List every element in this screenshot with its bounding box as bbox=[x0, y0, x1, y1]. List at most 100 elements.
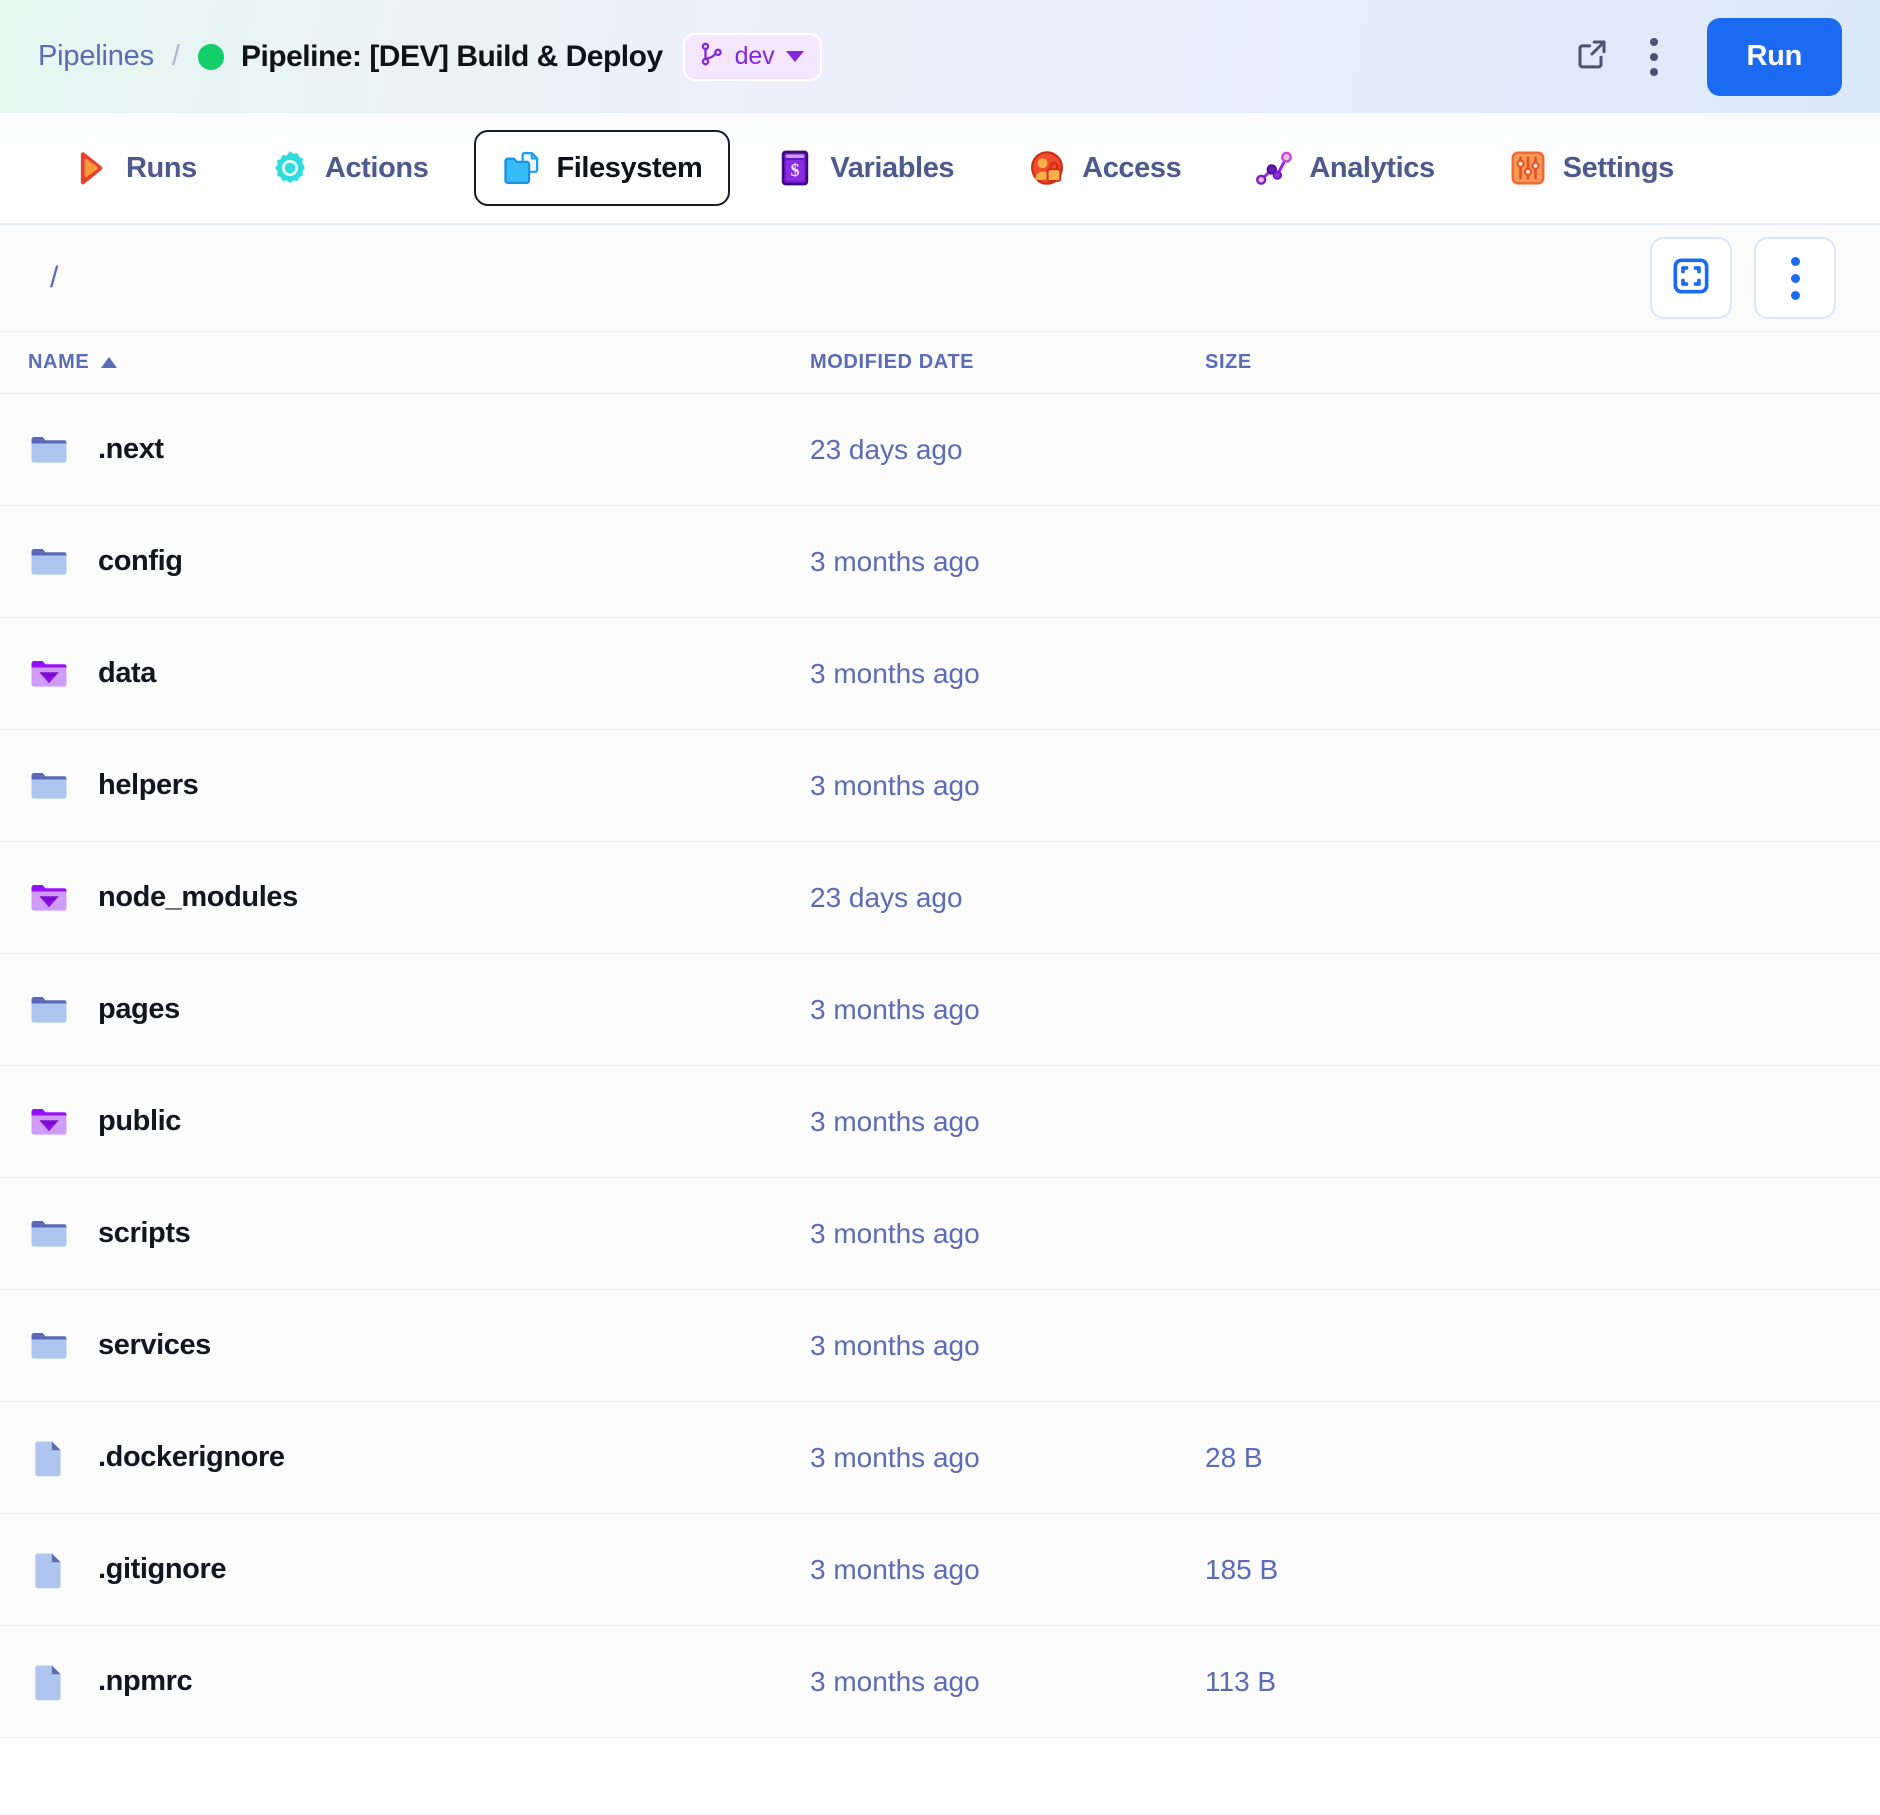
column-header-name[interactable]: NAME bbox=[0, 351, 810, 374]
tab-runs[interactable]: Runs bbox=[44, 130, 225, 206]
fullscreen-button[interactable] bbox=[1650, 237, 1732, 319]
file-name-cell[interactable]: node_modules bbox=[0, 877, 810, 919]
table-row[interactable]: scripts 3 months ago bbox=[0, 1178, 1880, 1290]
filesystem-more-button[interactable] bbox=[1754, 237, 1836, 319]
page-title: Pipeline: [DEV] Build & Deploy bbox=[240, 39, 663, 73]
column-header-size[interactable]: SIZE bbox=[1205, 351, 1836, 374]
tab-label: Access bbox=[1082, 151, 1182, 184]
table-row[interactable]: data 3 months ago bbox=[0, 618, 1880, 730]
breadcrumb-path[interactable]: / bbox=[50, 261, 58, 295]
breadcrumb: Pipelines / Pipeline: [DEV] Build & Depl… bbox=[38, 32, 1561, 81]
table-row[interactable]: .npmrc 3 months ago 113 B bbox=[0, 1626, 1880, 1738]
table-row[interactable]: helpers 3 months ago bbox=[0, 730, 1880, 842]
folder-icon bbox=[28, 1325, 70, 1367]
file-name-cell[interactable]: scripts bbox=[0, 1213, 810, 1255]
modified-date-cell: 3 months ago bbox=[810, 1218, 1205, 1250]
modified-date-label: 23 days ago bbox=[810, 881, 963, 913]
tab-variables[interactable]: $ Variables bbox=[748, 130, 982, 206]
user-lock-icon bbox=[1028, 149, 1066, 187]
folder-icon bbox=[28, 989, 70, 1031]
file-icon bbox=[28, 1661, 70, 1703]
column-header-modified-date[interactable]: MODIFIED DATE bbox=[810, 351, 1205, 374]
file-name-cell[interactable]: pages bbox=[0, 989, 810, 1031]
git-branch-icon bbox=[699, 41, 725, 72]
tab-access[interactable]: Access bbox=[1000, 130, 1209, 206]
modified-date-label: 3 months ago bbox=[810, 1217, 980, 1249]
file-name-cell[interactable]: helpers bbox=[0, 765, 810, 807]
play-icon bbox=[72, 149, 110, 187]
header-more-button[interactable] bbox=[1623, 26, 1685, 88]
pipeline-status-dot bbox=[197, 43, 224, 70]
size-label: 28 B bbox=[1205, 1441, 1263, 1473]
file-name-cell[interactable]: config bbox=[0, 541, 810, 583]
app-header: Pipelines / Pipeline: [DEV] Build & Depl… bbox=[0, 0, 1880, 113]
file-name-label: scripts bbox=[98, 1217, 191, 1249]
pipeline-tabs: Runs Actions Filesystem $ Variables Acce… bbox=[0, 113, 1880, 225]
modified-date-cell: 3 months ago bbox=[810, 658, 1205, 690]
file-name-label: services bbox=[98, 1329, 211, 1361]
folder-icon bbox=[28, 1213, 70, 1255]
file-name-cell[interactable]: .dockerignore bbox=[0, 1437, 810, 1479]
tab-label: Analytics bbox=[1309, 151, 1435, 184]
file-icon bbox=[28, 1437, 70, 1479]
file-name-cell[interactable]: services bbox=[0, 1325, 810, 1367]
table-row[interactable]: config 3 months ago bbox=[0, 506, 1880, 618]
run-button[interactable]: Run bbox=[1706, 17, 1842, 96]
environment-label: dev bbox=[734, 42, 775, 70]
external-link-button[interactable] bbox=[1561, 26, 1623, 88]
tab-settings[interactable]: Settings bbox=[1481, 130, 1702, 206]
modified-date-cell: 3 months ago bbox=[810, 1554, 1205, 1586]
folder-gem-icon bbox=[28, 653, 70, 695]
tab-filesystem[interactable]: Filesystem bbox=[474, 130, 731, 206]
tab-actions[interactable]: Actions bbox=[243, 130, 457, 206]
table-row[interactable]: pages 3 months ago bbox=[0, 954, 1880, 1066]
filesystem-table: NAME MODIFIED DATE SIZE .next 23 days ago… bbox=[0, 332, 1880, 1738]
file-icon bbox=[28, 1549, 70, 1591]
modified-date-cell: 23 days ago bbox=[810, 882, 1205, 914]
file-name-cell[interactable]: public bbox=[0, 1101, 810, 1143]
file-name-cell[interactable]: data bbox=[0, 653, 810, 695]
table-row[interactable]: .next 23 days ago bbox=[0, 394, 1880, 506]
table-row[interactable]: services 3 months ago bbox=[0, 1290, 1880, 1402]
file-name-cell[interactable]: .gitignore bbox=[0, 1549, 810, 1591]
folder-icon bbox=[28, 541, 70, 583]
table-row[interactable]: .dockerignore 3 months ago 28 B bbox=[0, 1402, 1880, 1514]
file-name-label: public bbox=[98, 1105, 181, 1137]
folder-file-icon bbox=[502, 149, 540, 187]
modified-date-label: 3 months ago bbox=[810, 1665, 980, 1697]
folder-gem-icon bbox=[28, 1101, 70, 1143]
file-name-label: pages bbox=[98, 993, 180, 1025]
external-link-icon bbox=[1574, 36, 1610, 77]
file-name-cell[interactable]: .next bbox=[0, 429, 810, 471]
column-label: MODIFIED DATE bbox=[810, 351, 975, 373]
file-name-label: data bbox=[98, 657, 157, 689]
tab-label: Runs bbox=[126, 151, 197, 184]
chevron-down-icon bbox=[786, 51, 805, 62]
table-row[interactable]: .gitignore 3 months ago 185 B bbox=[0, 1514, 1880, 1626]
modified-date-cell: 3 months ago bbox=[810, 546, 1205, 578]
modified-date-label: 3 months ago bbox=[810, 545, 980, 577]
size-cell: 113 B bbox=[1205, 1666, 1880, 1698]
table-row[interactable]: node_modules 23 days ago bbox=[0, 842, 1880, 954]
file-name-label: .dockerignore bbox=[98, 1441, 285, 1473]
kebab-menu-icon bbox=[1790, 256, 1800, 300]
environment-selector[interactable]: dev bbox=[682, 32, 823, 81]
file-name-label: node_modules bbox=[98, 881, 298, 913]
size-label: 113 B bbox=[1205, 1665, 1277, 1697]
tab-label: Actions bbox=[324, 151, 429, 184]
modified-date-label: 3 months ago bbox=[810, 657, 980, 689]
modified-date-label: 3 months ago bbox=[810, 769, 980, 801]
modified-date-label: 3 months ago bbox=[810, 1105, 980, 1137]
modified-date-cell: 3 months ago bbox=[810, 1330, 1205, 1362]
tab-analytics[interactable]: Analytics bbox=[1227, 130, 1462, 206]
modified-date-cell: 3 months ago bbox=[810, 1106, 1205, 1138]
file-name-cell[interactable]: .npmrc bbox=[0, 1661, 810, 1703]
svg-text:$: $ bbox=[791, 160, 800, 180]
modified-date-label: 3 months ago bbox=[810, 1441, 980, 1473]
file-name-label: .gitignore bbox=[98, 1553, 227, 1585]
breadcrumb-root-link[interactable]: Pipelines bbox=[38, 40, 154, 73]
modified-date-cell: 23 days ago bbox=[810, 434, 1205, 466]
table-row[interactable]: public 3 months ago bbox=[0, 1066, 1880, 1178]
dollar-book-icon: $ bbox=[776, 149, 814, 187]
modified-date-cell: 3 months ago bbox=[810, 994, 1205, 1026]
